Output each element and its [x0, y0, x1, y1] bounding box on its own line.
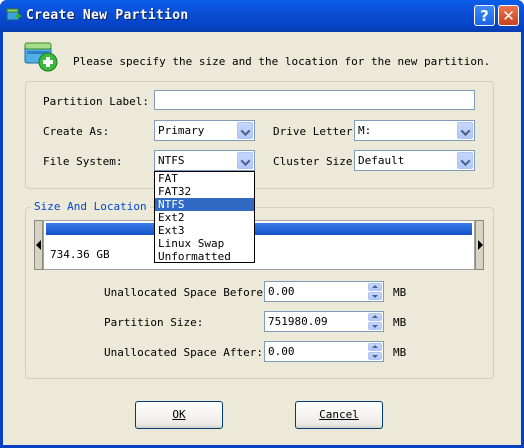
chevron-down-icon[interactable] [237, 152, 253, 169]
partition-app-icon [6, 8, 21, 21]
spin-down-icon[interactable] [368, 322, 382, 330]
file-system-option[interactable]: Linux Swap [155, 237, 254, 250]
spin-up-icon[interactable] [368, 343, 382, 351]
window-title: Create New Partition [26, 8, 189, 23]
cancel-button[interactable]: Cancel [295, 401, 383, 429]
file-system-option-selected[interactable]: NTFS [155, 198, 254, 211]
disk-size-label: 734.36 GB [50, 248, 110, 261]
file-system-option[interactable]: Ext3 [155, 224, 254, 237]
create-as-select[interactable]: Primary [154, 120, 255, 141]
spin-up-icon[interactable] [368, 313, 382, 321]
cluster-size-value: Default [358, 154, 405, 167]
file-system-option[interactable]: FAT [155, 172, 254, 185]
size-value: 751980.09 [268, 315, 328, 328]
partition-bar[interactable] [46, 223, 472, 235]
arrow-left-icon [36, 240, 41, 250]
file-system-dropdown[interactable]: FAT FAT32 NTFS Ext2 Ext3 Linux Swap Unfo… [154, 171, 255, 263]
file-system-label: File System: [43, 155, 123, 168]
close-button[interactable]: ✕ [498, 5, 519, 26]
size-label: Partition Size: [104, 316, 204, 329]
before-label: Unallocated Space Before: [104, 286, 270, 299]
chevron-down-icon[interactable] [237, 122, 253, 139]
chevron-down-icon[interactable] [457, 122, 473, 139]
after-value: 0.00 [268, 345, 295, 358]
drive-letter-value: M: [358, 124, 372, 137]
file-system-value: NTFS [158, 154, 185, 167]
after-unit: MB [393, 346, 407, 359]
title-bar[interactable]: Create New Partition ? ✕ [0, 0, 524, 32]
drive-letter-select[interactable]: M: [354, 120, 475, 141]
instruction-text: Please specify the size and the location… [73, 55, 491, 68]
after-label: Unallocated Space After: [104, 346, 263, 359]
spin-down-icon[interactable] [368, 352, 382, 360]
file-system-option[interactable]: FAT32 [155, 185, 254, 198]
right-resize-handle[interactable] [475, 220, 484, 270]
create-as-value: Primary [158, 124, 205, 137]
before-value: 0.00 [268, 285, 295, 298]
cluster-size-label: Cluster Size: [273, 155, 360, 168]
chevron-down-icon[interactable] [457, 152, 473, 169]
file-system-option[interactable]: Ext2 [155, 211, 254, 224]
size-location-title: Size And Location [31, 200, 150, 213]
file-system-select[interactable]: NTFS [154, 150, 255, 171]
partition-map[interactable]: 734.36 GB [43, 220, 475, 270]
size-spinbox[interactable]: 751980.09 [264, 311, 384, 332]
help-button[interactable]: ? [474, 5, 495, 26]
spin-down-icon[interactable] [368, 292, 382, 300]
spin-up-icon[interactable] [368, 283, 382, 291]
add-partition-icon [24, 42, 58, 72]
ok-button[interactable]: OK [135, 401, 223, 429]
before-unit: MB [393, 286, 407, 299]
partition-label-input[interactable] [154, 90, 475, 110]
partition-label-label: Partition Label: [43, 95, 149, 108]
create-as-label: Create As: [43, 125, 110, 138]
arrow-right-icon [478, 240, 483, 250]
size-unit: MB [393, 316, 407, 329]
left-resize-handle[interactable] [34, 220, 43, 270]
cluster-size-select[interactable]: Default [354, 150, 475, 171]
after-spinbox[interactable]: 0.00 [264, 341, 384, 362]
file-system-option[interactable]: Unformatted [155, 250, 254, 263]
before-spinbox[interactable]: 0.00 [264, 281, 384, 302]
drive-letter-label: Drive Letter: [273, 125, 360, 138]
